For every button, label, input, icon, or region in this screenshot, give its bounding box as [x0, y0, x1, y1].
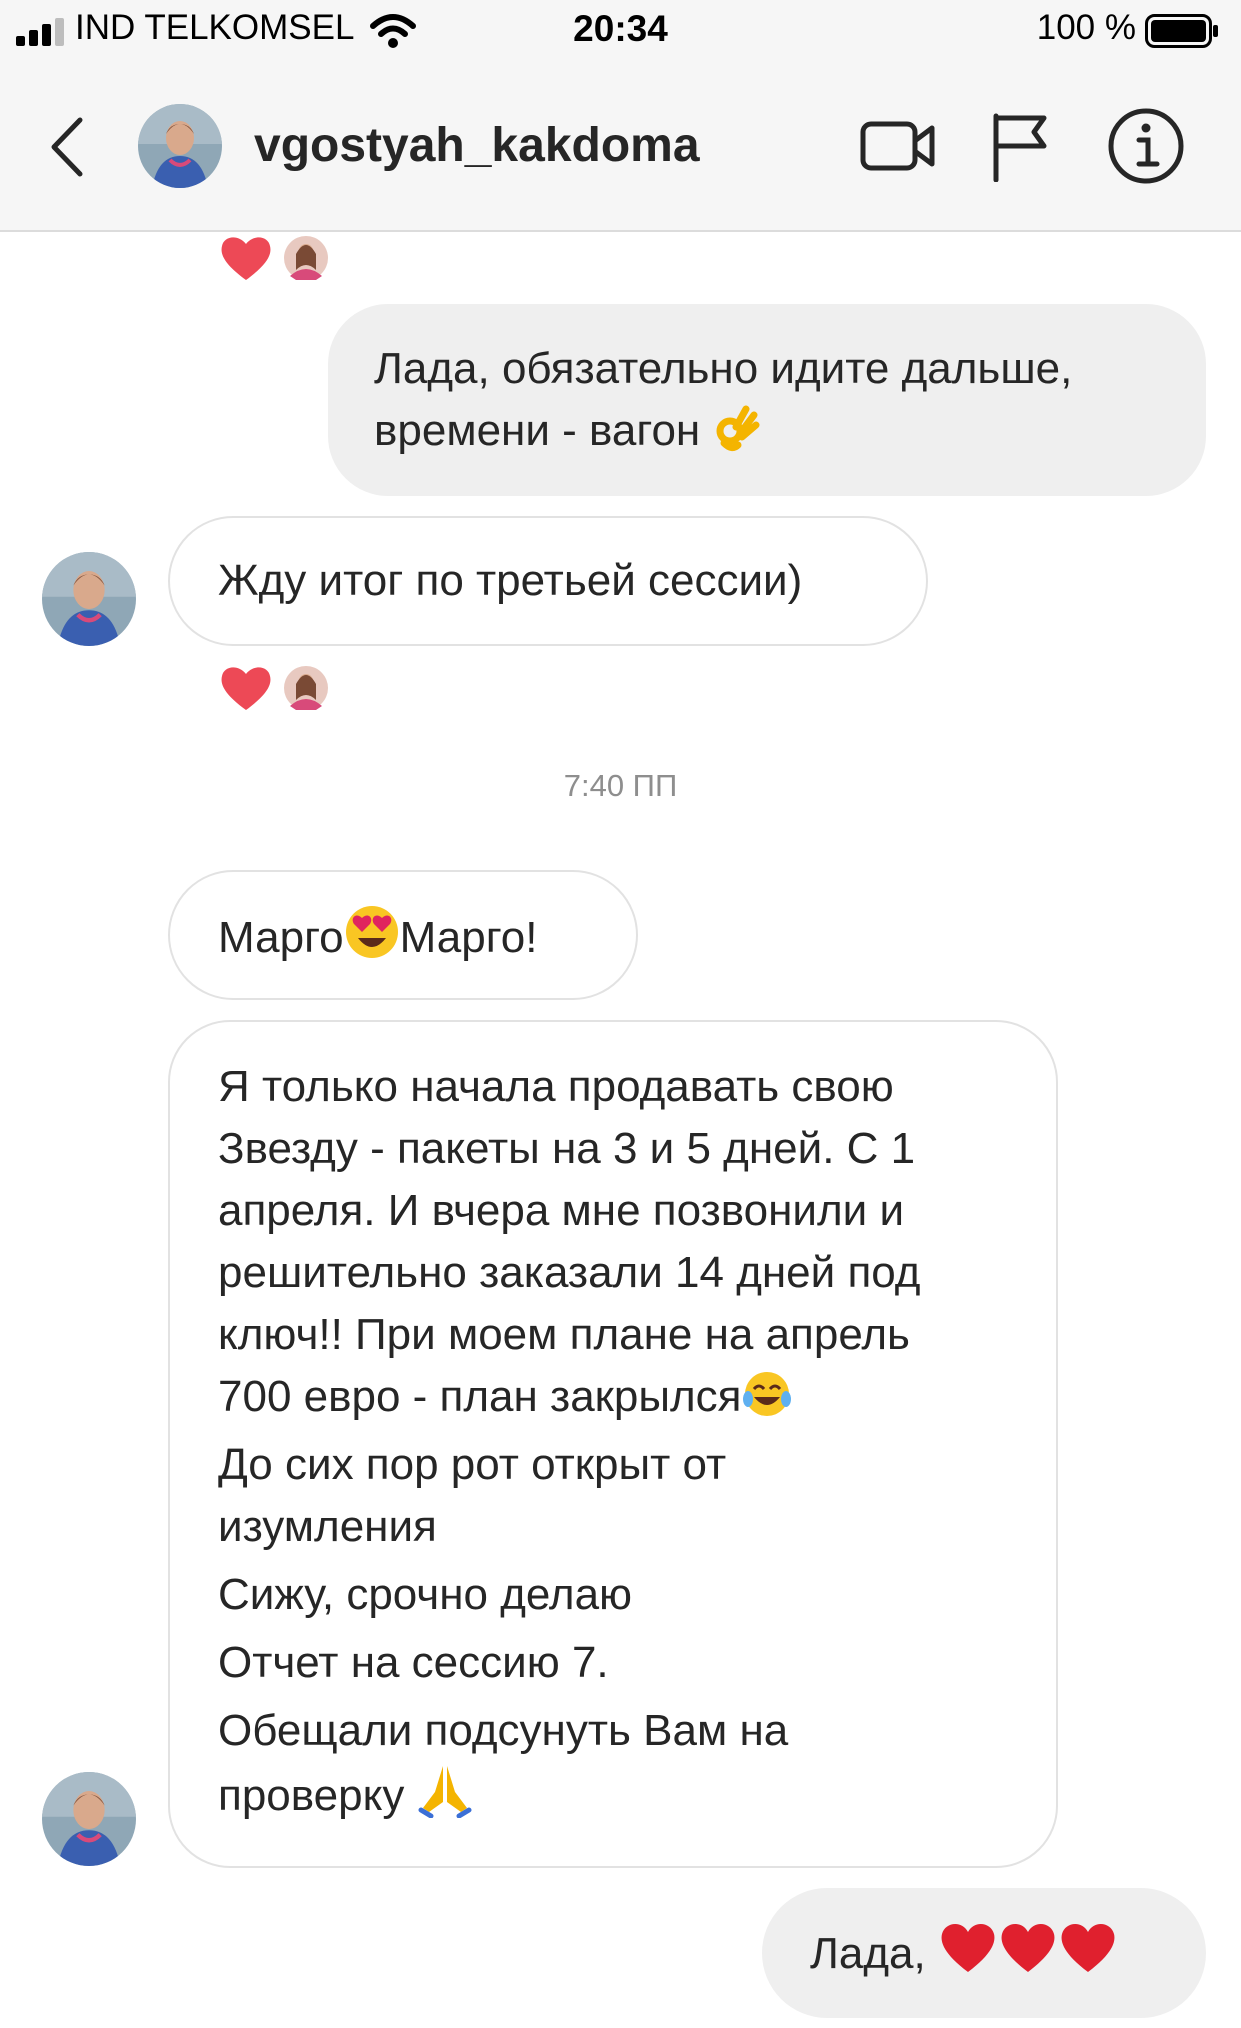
- message-text: Звезду - пакеты на 3 и 5 дней. С 1: [218, 1124, 916, 1173]
- message-text: ключ!! При моем плане на апрель: [218, 1310, 910, 1359]
- heart-reaction-icon: [221, 237, 271, 280]
- message-reaction[interactable]: [216, 230, 336, 286]
- red-heart-emoji-icon: [1061, 1923, 1115, 1972]
- message-text: Лада,: [810, 1920, 1158, 1985]
- message-text: апреля. И вчера мне позвонили и: [218, 1186, 905, 1235]
- red-heart-emoji-icon: [1001, 1923, 1055, 1972]
- message-bubble-incoming[interactable]: Я только начала продавать свою Звезду - …: [168, 1020, 1058, 1868]
- message-text: проверку: [218, 1762, 1008, 1827]
- sender-avatar[interactable]: [42, 1772, 136, 1866]
- battery-icon: [1145, 14, 1218, 48]
- message-text: изумления: [218, 1502, 437, 1551]
- message-text: Я только начала продавать свою: [218, 1062, 894, 1111]
- sender-avatar[interactable]: [42, 552, 136, 646]
- chat-username[interactable]: vgostyah_kakdoma: [254, 118, 700, 173]
- red-heart-emoji-icon: [941, 1923, 995, 1972]
- chat-header: vgostyah_kakdoma: [0, 64, 1241, 232]
- message-text: времени - вагон: [374, 400, 1160, 462]
- tears-of-joy-emoji-icon: [742, 1372, 791, 1416]
- flag-icon[interactable]: [990, 110, 1050, 182]
- status-bar: IND TELKOMSEL 20:34 100 %: [0, 0, 1241, 64]
- message-bubble-incoming[interactable]: Марго Марго!: [168, 870, 638, 1000]
- message-bubble-outgoing[interactable]: Лада,: [762, 1888, 1206, 2018]
- message-bubble-outgoing[interactable]: Лада, обязательно идите дальше, времени …: [328, 304, 1206, 496]
- message-text: Марго Марго!: [218, 904, 588, 969]
- heart-reaction-icon: [221, 667, 271, 710]
- message-text: Отчет на сессию 7.: [218, 1638, 609, 1687]
- heart-eyes-emoji-icon: [345, 906, 398, 958]
- back-arrow-icon[interactable]: [42, 114, 92, 180]
- message-text: 700 евро - план закрылся: [218, 1366, 1008, 1428]
- message-text: Лада, обязательно идите дальше,: [374, 344, 1073, 393]
- reactor-avatar: [281, 233, 331, 283]
- message-text: Жду итог по третьей сессии): [218, 556, 803, 605]
- info-icon[interactable]: [1106, 106, 1186, 186]
- message-text: До сих пор рот открыт от: [218, 1440, 727, 1489]
- battery-percentage: 100 %: [1036, 8, 1136, 47]
- reactor-avatar: [281, 663, 331, 713]
- message-text: Обещали подсунуть Вам на: [218, 1706, 789, 1755]
- header-avatar[interactable]: [138, 104, 222, 188]
- message-reaction[interactable]: [216, 660, 336, 716]
- ok-hand-emoji-icon: [716, 405, 760, 452]
- message-bubble-incoming[interactable]: Жду итог по третьей сессии): [168, 516, 928, 646]
- message-timestamp: 7:40 ПП: [563, 768, 678, 803]
- message-text: Сижу, срочно делаю: [218, 1570, 633, 1619]
- video-call-icon[interactable]: [860, 116, 936, 176]
- message-text: решительно заказали 14 дней под: [218, 1248, 921, 1297]
- praying-hands-emoji-icon: [418, 1766, 472, 1818]
